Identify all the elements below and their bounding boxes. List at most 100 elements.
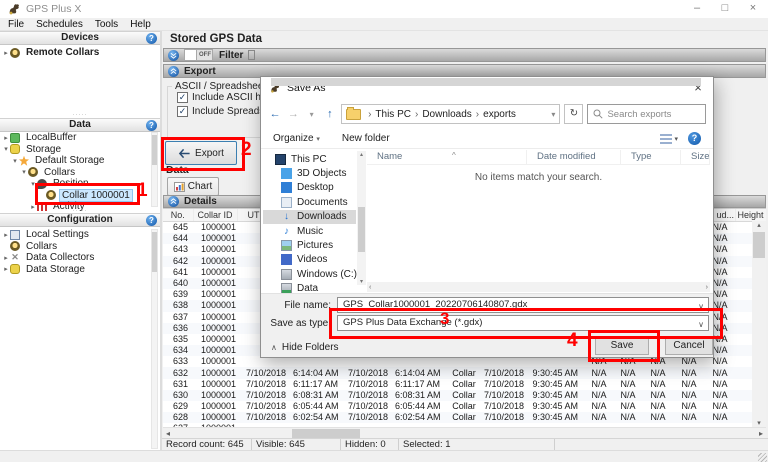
scrollbar-thumb[interactable] — [753, 232, 765, 258]
table-row[interactable]: 6301000001 7/10/20186:08:31 AM 7/10/2018… — [163, 390, 766, 401]
nav-item[interactable]: Downloads — [263, 210, 356, 224]
file-name-input[interactable]: GPS_Collar1000001_20220706140807.gdx ∨ — [337, 297, 709, 313]
save-as-type-select[interactable]: GPS Plus Data Exchange (*.gdx) ∨ — [337, 315, 709, 331]
resize-grip[interactable] — [758, 453, 767, 462]
table-row[interactable]: 6321000001 7/10/20186:14:04 AM 7/10/2018… — [163, 367, 766, 378]
cancel-button[interactable]: Cancel — [665, 336, 713, 355]
organize-button[interactable]: Organize ▾ — [273, 133, 320, 144]
chart-button[interactable]: Chart — [167, 177, 219, 196]
tree-item[interactable]: ▸ Data Storage — [0, 264, 150, 276]
panel-splitter[interactable]: ····· — [0, 113, 160, 117]
tree-item[interactable]: Collar 1000001 — [0, 190, 150, 202]
minimize-button[interactable]: – — [682, 0, 712, 18]
scroll-left-icon[interactable]: ◂ — [166, 429, 170, 438]
tree-item[interactable]: Collars — [0, 241, 150, 253]
table-row[interactable]: 6311000001 7/10/20186:11:17 AM 7/10/2018… — [163, 379, 766, 390]
breadcrumb-item[interactable]: Downloads — [411, 109, 472, 120]
nav-item[interactable]: This PC — [263, 152, 356, 166]
tree-item[interactable]: ▾ Storage — [0, 144, 150, 156]
maximize-button[interactable]: □ — [710, 0, 740, 18]
help-icon[interactable]: ? — [146, 215, 157, 226]
type-column-header[interactable]: Type — [621, 150, 681, 164]
filter-expand-icon[interactable] — [168, 50, 179, 61]
tree-item[interactable]: ▾ Collars — [0, 167, 150, 179]
expander-icon[interactable]: ▾ — [29, 180, 37, 188]
expander-icon[interactable]: ▾ — [11, 157, 19, 165]
column-header[interactable]: Height — [735, 209, 766, 222]
filter-toggle[interactable]: OFF — [184, 49, 213, 61]
column-header[interactable]: No. — [163, 209, 193, 222]
help-icon[interactable]: ? — [146, 33, 157, 44]
scroll-down-icon[interactable]: ▾ — [360, 278, 363, 285]
scroll-right-icon[interactable]: ▸ — [759, 429, 763, 438]
menu-item[interactable]: Tools — [89, 19, 124, 30]
breadcrumb-dropdown-icon[interactable]: ▾ — [551, 110, 555, 119]
configuration-scrollbar[interactable] — [151, 229, 158, 449]
menu-item[interactable]: Schedules — [30, 19, 89, 30]
back-icon[interactable]: ← — [268, 108, 282, 120]
data-tree-scrollbar[interactable] — [151, 132, 158, 207]
help-icon[interactable]: ? — [146, 120, 157, 131]
recent-locations-icon[interactable]: ▾ — [305, 110, 319, 119]
export-group-legend: ASCII / Spreadsheet — [172, 81, 269, 92]
tree-item[interactable]: ▸ Data Collectors — [0, 252, 150, 264]
breadcrumb-item[interactable]: exports — [472, 109, 516, 120]
tree-item[interactable]: ▾ Default Storage — [0, 155, 150, 167]
scroll-right-icon[interactable]: › — [706, 284, 708, 291]
scroll-down-icon[interactable]: ▾ — [757, 419, 761, 427]
nav-item[interactable]: 3D Objects — [263, 166, 356, 180]
tree-item[interactable]: ▸ Remote Collars — [0, 47, 150, 59]
expander-icon[interactable]: ▸ — [2, 254, 10, 262]
expander-icon[interactable]: ▸ — [2, 265, 10, 273]
tree-item-icon — [10, 241, 20, 251]
table-vertical-scrollbar[interactable]: ▴ ▾ — [752, 221, 766, 427]
scrollbar-thumb[interactable] — [358, 207, 365, 252]
file-list-horizontal-scrollbar[interactable]: ‹ › — [367, 282, 710, 292]
name-column-header[interactable]: Name — [367, 150, 527, 164]
help-icon[interactable]: ? — [688, 132, 701, 145]
view-selector-button[interactable]: ▾ — [660, 134, 678, 144]
nav-item[interactable]: Windows (C:) — [263, 267, 356, 281]
scroll-up-icon[interactable]: ▴ — [360, 151, 363, 158]
scroll-left-icon[interactable]: ‹ — [369, 284, 371, 291]
nav-item[interactable]: Videos — [263, 253, 356, 267]
hide-folders-button[interactable]: ∧ Hide Folders — [271, 342, 339, 353]
chevron-down-icon[interactable]: ∨ — [698, 318, 704, 331]
expander-icon[interactable]: ▾ — [2, 145, 10, 153]
forward-icon[interactable]: → — [286, 108, 300, 120]
scrollbar-thumb[interactable] — [271, 78, 701, 86]
table-row[interactable]: 6281000001 7/10/20186:02:54 AM 7/10/2018… — [163, 412, 766, 423]
expander-icon[interactable]: ▸ — [2, 49, 10, 57]
table-horizontal-scrollbar[interactable]: ◂ ▸ — [163, 427, 766, 438]
nav-item[interactable]: Music — [263, 224, 356, 238]
expander-icon[interactable]: ▾ — [20, 168, 28, 176]
scrollbar-thumb[interactable] — [292, 429, 360, 438]
close-button[interactable]: × — [738, 0, 768, 18]
tree-item[interactable]: ▸ LocalBuffer — [0, 132, 150, 144]
breadcrumb-item[interactable]: This PC — [364, 109, 411, 120]
chevron-down-icon[interactable]: ∨ — [698, 300, 704, 313]
nav-item[interactable]: Pictures — [263, 238, 356, 252]
nav-item[interactable]: Documents — [263, 195, 356, 209]
refresh-icon[interactable]: ↻ — [564, 104, 583, 124]
nav-item[interactable]: Desktop — [263, 181, 356, 195]
details-collapse-icon[interactable] — [168, 196, 179, 207]
date-modified-column-header[interactable]: Date modified — [527, 150, 621, 164]
search-input[interactable]: Search exports — [587, 104, 706, 124]
expander-icon[interactable]: ▸ — [2, 231, 10, 239]
size-column-header[interactable]: Size — [681, 150, 710, 164]
tree-item[interactable]: ▾ Position — [0, 178, 150, 190]
menu-item[interactable]: File — [2, 19, 30, 30]
save-button[interactable]: Save — [595, 336, 649, 355]
export-collapse-icon[interactable] — [168, 66, 179, 77]
expander-icon[interactable]: ▸ — [2, 134, 10, 142]
table-row[interactable]: 6291000001 7/10/20186:05:44 AM 7/10/2018… — [163, 401, 766, 412]
up-icon[interactable]: ↑ — [323, 108, 337, 120]
export-button[interactable]: Export — [165, 141, 237, 165]
tree-item[interactable]: ▸ Local Settings — [0, 229, 150, 241]
menu-item[interactable]: Help — [124, 19, 157, 30]
new-folder-button[interactable]: New folder — [342, 133, 390, 144]
scroll-up-icon[interactable]: ▴ — [757, 221, 761, 229]
column-header[interactable]: Collar ID — [193, 209, 237, 222]
breadcrumb[interactable]: This PCDownloadsexports ▾ — [341, 104, 560, 124]
